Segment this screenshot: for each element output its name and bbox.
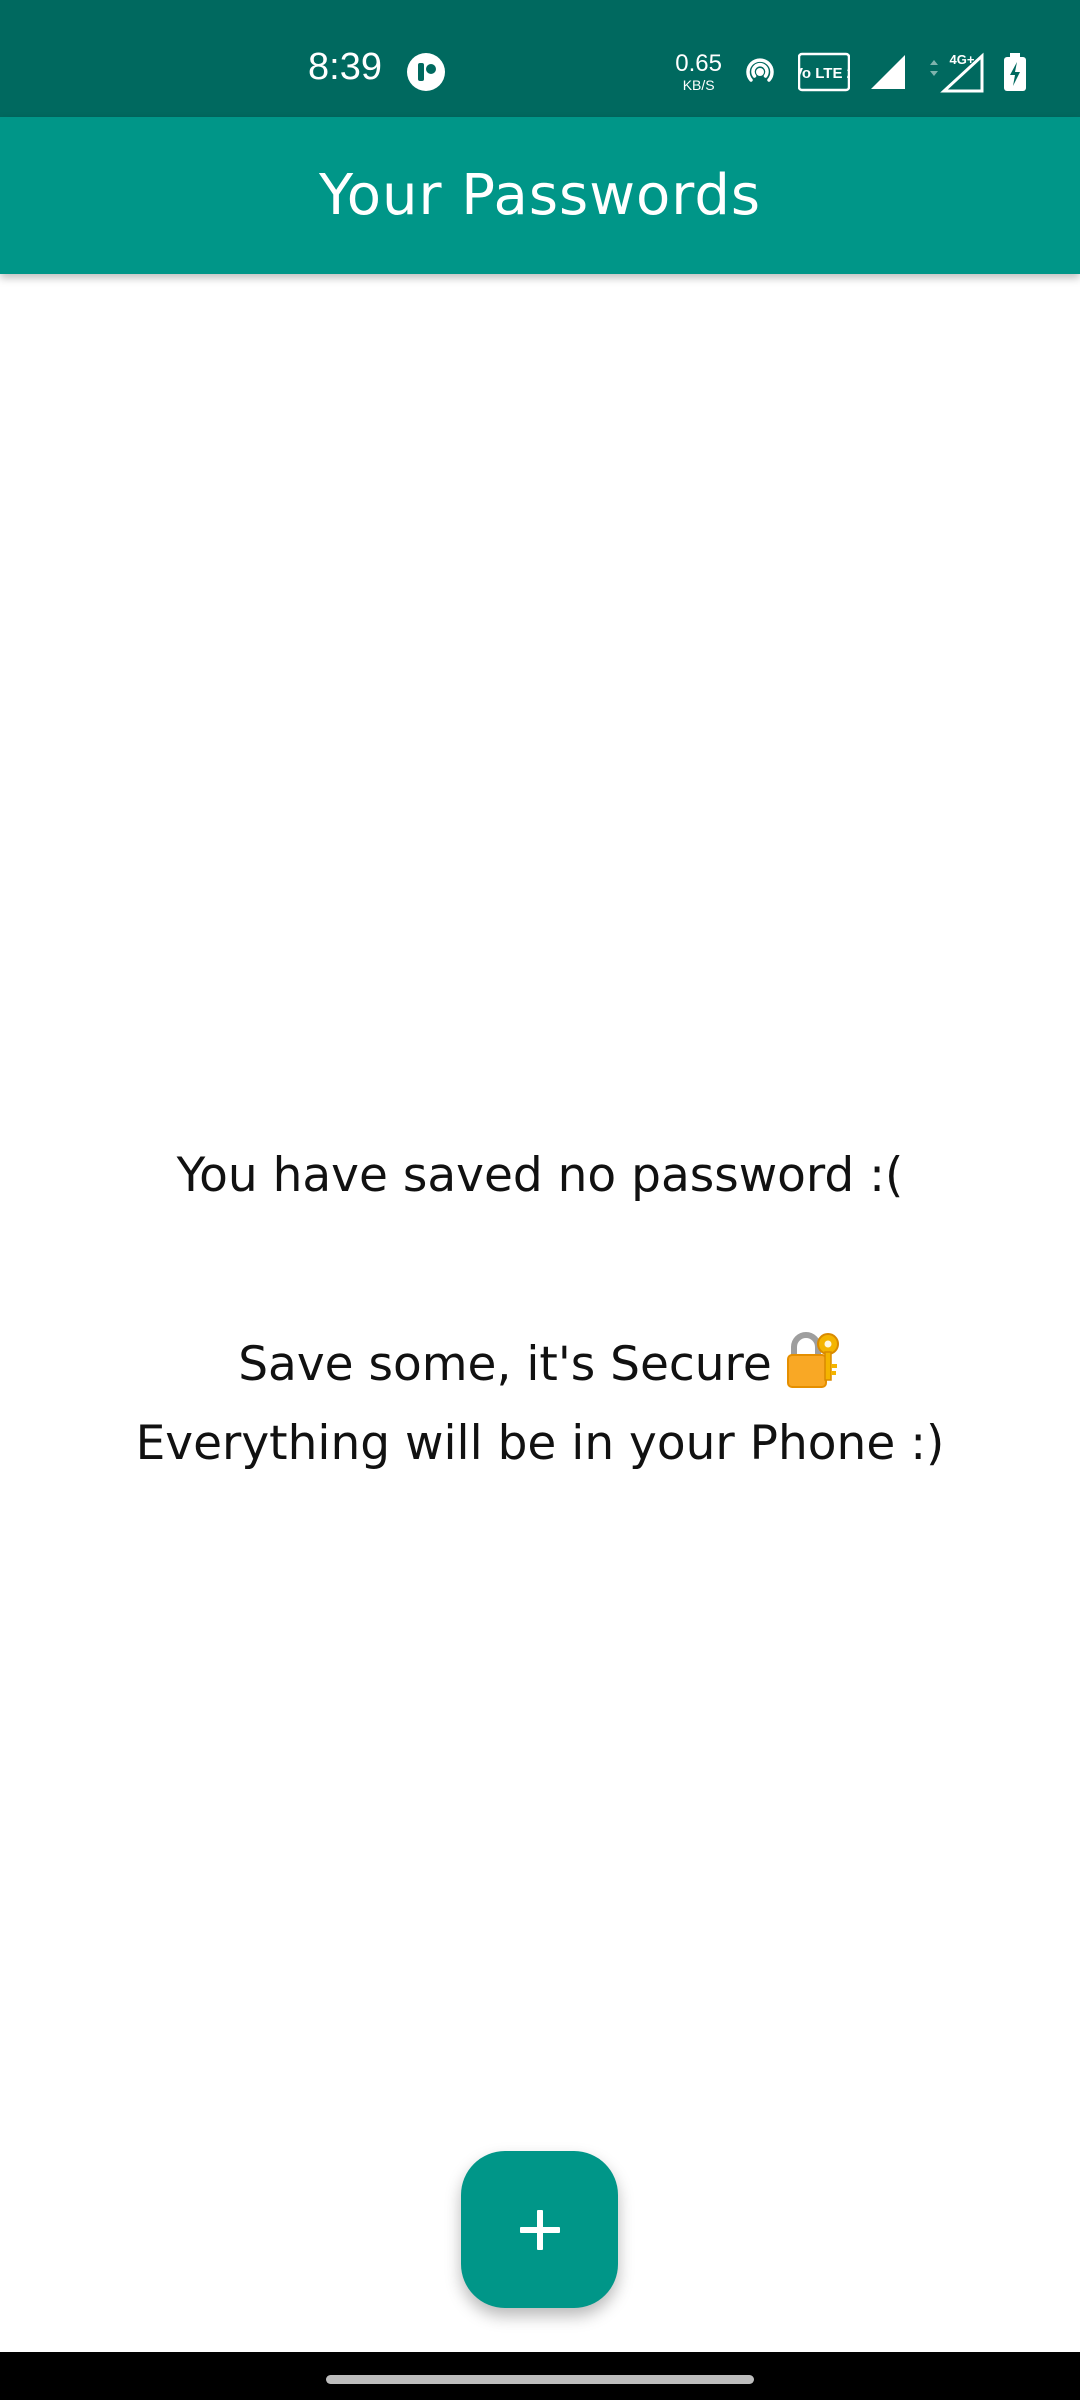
empty-state-subtext: Everything will be in your Phone :)	[135, 1416, 945, 1471]
empty-state-hint-text: Save some, it's Secure	[238, 1337, 772, 1392]
hotspot-icon	[740, 52, 780, 92]
screen: 8:39 0.65 KB/S o LTE 4G+ Your Passwords …	[0, 0, 1080, 2400]
svg-text:Vo LTE 2: Vo LTE 2	[798, 65, 850, 82]
status-bar: 8:39 0.65 KB/S o LTE 4G+	[0, 0, 1080, 117]
status-time: 8:39	[308, 46, 382, 88]
battery-charging-icon	[1002, 52, 1028, 92]
page-title: Your Passwords	[318, 163, 762, 228]
add-password-button[interactable]	[461, 2151, 618, 2308]
network-speed: 0.65 KB/S	[675, 50, 722, 93]
signal-icon	[868, 52, 908, 92]
plus-icon	[519, 2209, 560, 2250]
lock-with-key-icon	[784, 1330, 842, 1390]
app-notification-icon	[406, 52, 446, 92]
navigation-bar	[0, 2352, 1080, 2400]
empty-state-message: You have saved no password :(	[176, 1148, 904, 1203]
signal-4g-icon: 4G+	[926, 50, 984, 94]
status-icons: 0.65 KB/S Vo LTE 2	[675, 50, 1028, 94]
empty-state-hint: Save some, it's Secure	[0, 1330, 1080, 1392]
app-bar: Your Passwords	[0, 117, 1080, 274]
home-gesture-handle[interactable]	[326, 2375, 754, 2384]
volte-icon: Vo LTE 2	[798, 52, 850, 92]
network-speed-value: 0.65	[675, 50, 722, 77]
svg-text:4G+: 4G+	[950, 52, 975, 67]
network-speed-unit: KB/S	[682, 77, 715, 93]
